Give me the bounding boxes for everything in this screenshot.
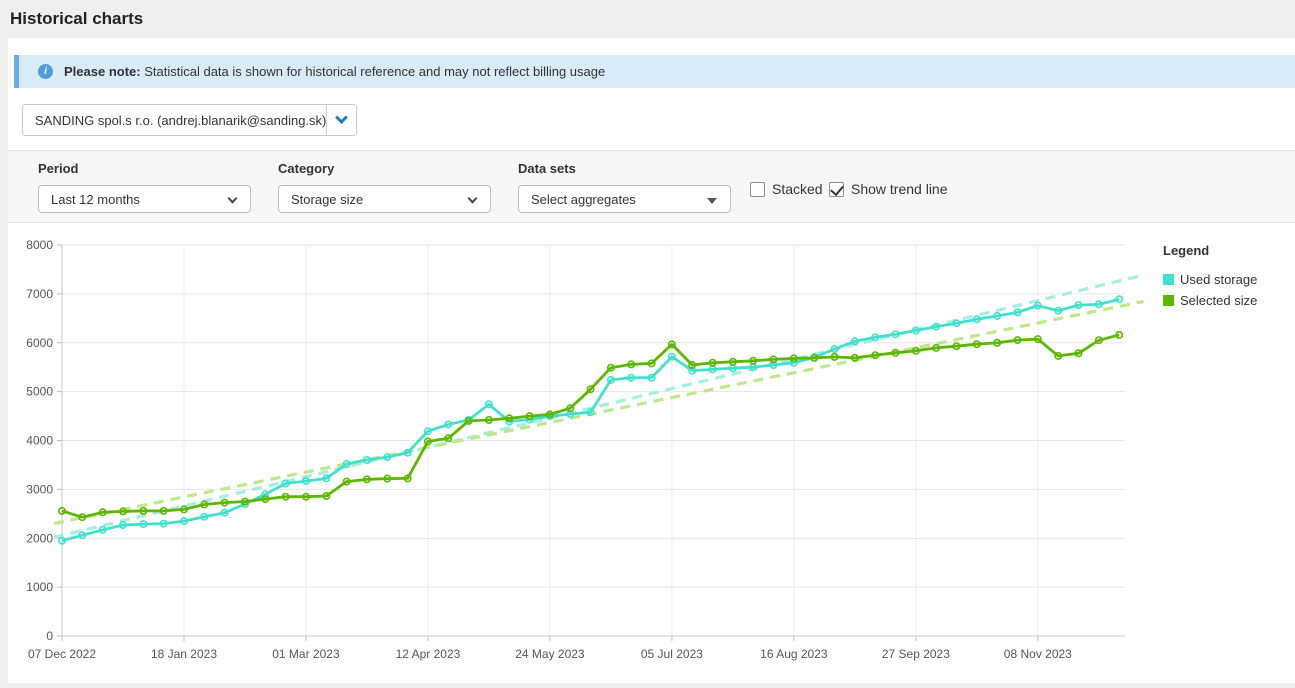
datasets-select[interactable]: Select aggregates xyxy=(518,185,731,213)
y-tick-label: 3000 xyxy=(26,482,53,496)
stacked-checkbox-group[interactable]: Stacked xyxy=(750,181,823,197)
chevron-down-icon xyxy=(335,111,348,124)
y-tick-label: 2000 xyxy=(26,531,53,545)
y-tick-label: 6000 xyxy=(26,336,53,350)
x-tick-label: 24 May 2023 xyxy=(515,647,585,661)
legend-item-label: Used storage xyxy=(1180,272,1257,287)
x-tick-label: 05 Jul 2023 xyxy=(641,647,703,661)
note-message: Statistical data is shown for historical… xyxy=(144,64,605,79)
period-filter: Period Last 12 months xyxy=(38,161,251,213)
note-label: Please note: xyxy=(64,64,141,79)
content-card: i Please note: Statistical data is shown… xyxy=(8,38,1295,683)
datasets-label: Data sets xyxy=(518,161,731,176)
chevron-down-icon xyxy=(228,194,238,204)
series-line xyxy=(62,299,1119,540)
info-note: i Please note: Statistical data is shown… xyxy=(14,55,1295,88)
chart-legend: Legend Used storage Selected size xyxy=(1163,243,1257,314)
legend-item-label: Selected size xyxy=(1180,293,1257,308)
x-tick-label: 07 Dec 2022 xyxy=(28,647,96,661)
info-icon: i xyxy=(38,64,53,79)
y-tick-label: 5000 xyxy=(26,385,53,399)
x-tick-label: 01 Mar 2023 xyxy=(272,647,340,661)
trend-line xyxy=(54,301,1144,523)
datasets-select-value: Select aggregates xyxy=(519,192,636,207)
stacked-label: Stacked xyxy=(772,181,823,197)
filter-bar: Period Last 12 months Category Storage s… xyxy=(8,150,1295,223)
x-tick-label: 12 Apr 2023 xyxy=(396,647,461,661)
stacked-checkbox[interactable] xyxy=(750,182,765,197)
legend-swatch xyxy=(1163,274,1174,285)
category-select[interactable]: Storage size xyxy=(278,185,491,213)
period-select-value: Last 12 months xyxy=(39,192,140,207)
y-tick-label: 4000 xyxy=(26,434,53,448)
show-trend-line-checkbox[interactable] xyxy=(829,182,844,197)
y-tick-label: 1000 xyxy=(26,580,53,594)
chart-area: 0 1000 2000 3000 4000 5000 6000 7000 8000 07 Dec … xyxy=(8,235,1295,683)
y-tick-label: 8000 xyxy=(26,238,53,252)
series-used-storage xyxy=(59,296,1123,544)
y-tick-label: 7000 xyxy=(26,287,53,301)
legend-item: Used storage xyxy=(1163,272,1257,287)
historical-chart: 0 1000 2000 3000 4000 5000 6000 7000 8000 07 Dec … xyxy=(8,235,1295,683)
x-tick-label: 16 Aug 2023 xyxy=(760,647,828,661)
chevron-down-icon xyxy=(468,194,478,204)
legend-title: Legend xyxy=(1163,243,1257,258)
category-select-value: Storage size xyxy=(279,192,363,207)
series-selected-size xyxy=(59,332,1123,521)
trend-line xyxy=(54,275,1144,537)
category-label: Category xyxy=(278,161,491,176)
account-select-arrow-button[interactable] xyxy=(326,105,356,135)
legend-item: Selected size xyxy=(1163,293,1257,308)
show-trend-line-label: Show trend line xyxy=(851,181,948,197)
triangle-down-icon xyxy=(707,198,717,204)
page-title: Historical charts xyxy=(10,9,143,29)
legend-swatch xyxy=(1163,295,1174,306)
period-select[interactable]: Last 12 months xyxy=(38,185,251,213)
trend-checkbox-group[interactable]: Show trend line xyxy=(829,181,948,197)
x-tick-label: 08 Nov 2023 xyxy=(1004,647,1072,661)
account-select-value: SANDING spol.s r.o. (andrej.blanarik@san… xyxy=(23,113,326,128)
datasets-filter: Data sets Select aggregates xyxy=(518,161,731,213)
page-header-band xyxy=(0,0,1295,38)
x-tick-label: 27 Sep 2023 xyxy=(882,647,950,661)
y-tick-label: 0 xyxy=(46,629,53,643)
x-tick-label: 18 Jan 2023 xyxy=(151,647,217,661)
note-text: Please note: Statistical data is shown f… xyxy=(64,64,605,79)
category-filter: Category Storage size xyxy=(278,161,491,213)
period-label: Period xyxy=(38,161,251,176)
account-select[interactable]: SANDING spol.s r.o. (andrej.blanarik@san… xyxy=(22,104,357,136)
